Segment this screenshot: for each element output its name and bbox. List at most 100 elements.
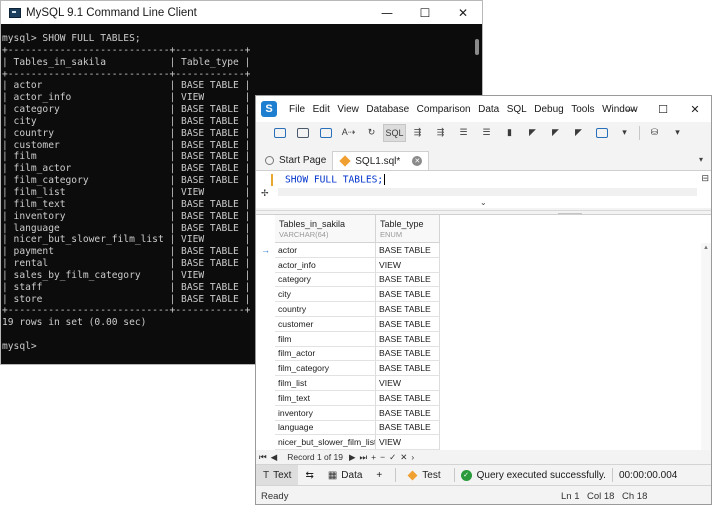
connection-test[interactable]: Test [402, 465, 447, 485]
collapse-editor-icon[interactable]: ⌄ [480, 198, 487, 207]
open-file-icon[interactable] [314, 124, 337, 142]
comment-icon[interactable]: ☰ [452, 124, 475, 142]
sql-code[interactable]: SHOW FULL TABLES; [285, 174, 386, 186]
grid-cell[interactable]: nicer_but_slower_film_list [275, 435, 376, 450]
grid-cell[interactable]: film_text [275, 390, 376, 406]
grid-cell[interactable]: country [275, 302, 376, 317]
table-row[interactable]: country BASE TABLE [256, 302, 440, 317]
grid-cell[interactable]: BASE TABLE [376, 405, 440, 421]
tab-sql1[interactable]: SQL1.sql* ✕ [332, 151, 430, 170]
table-row[interactable]: film_category BASE TABLE [256, 361, 440, 377]
new-query-icon[interactable] [268, 124, 291, 142]
add-result-tab-button[interactable]: + [369, 465, 389, 485]
sql-file-icon[interactable] [291, 124, 314, 142]
results-grid[interactable]: Tables_in_sakila VARCHAR(64) Table_type … [256, 214, 711, 450]
grid-cell[interactable]: film_category [275, 361, 376, 377]
menu-debug[interactable]: Debug [534, 104, 563, 115]
dbforge-maximize-button[interactable]: ☐ [647, 96, 679, 122]
database-icon[interactable]: ⛁ [643, 124, 666, 142]
grid-cell[interactable]: actor [275, 243, 376, 258]
bookmark-list-icon[interactable] [590, 124, 613, 142]
menu-database[interactable]: Database [366, 104, 409, 115]
nav-delete-icon[interactable]: − [380, 452, 385, 462]
grid-cell[interactable]: BASE TABLE [376, 302, 440, 317]
grid-cell[interactable]: BASE TABLE [376, 331, 440, 347]
swap-icon[interactable]: ⇆ [298, 465, 320, 485]
grid-cell[interactable]: inventory [275, 405, 376, 421]
indent-icon[interactable]: ⇶ [406, 124, 429, 142]
menu-edit[interactable]: Edit [313, 104, 330, 115]
table-row[interactable]: category BASE TABLE [256, 272, 440, 288]
editor-hscrollbar[interactable] [278, 188, 697, 196]
console-maximize-button[interactable]: ☐ [406, 1, 444, 24]
database-dropdown-icon[interactable]: ▾ [666, 124, 689, 142]
nav-post-icon[interactable]: ✓ [389, 452, 396, 463]
grid-cell[interactable]: BASE TABLE [376, 316, 440, 332]
tab-text[interactable]: T Text [256, 465, 299, 485]
grid-cell[interactable]: category [275, 272, 376, 288]
format-icon[interactable]: A⇢ [337, 124, 360, 142]
bookmark-icon[interactable]: ▮ [498, 124, 521, 142]
nav-add-icon[interactable]: + [371, 452, 376, 462]
menu-view[interactable]: View [337, 104, 359, 115]
console-minimize-button[interactable]: — [368, 1, 406, 24]
console-scroll-thumb[interactable] [475, 39, 479, 55]
tabs-dropdown-icon[interactable]: ▾ [699, 155, 703, 164]
grid-cell[interactable]: BASE TABLE [376, 361, 440, 377]
table-row[interactable]: city BASE TABLE [256, 287, 440, 303]
grid-cell[interactable]: BASE TABLE [376, 346, 440, 362]
sql-mode-icon[interactable]: SQL [383, 123, 406, 142]
grid-vscrollbar[interactable]: ▲ [701, 243, 711, 450]
refresh-icon[interactable]: ↻ [360, 124, 383, 142]
table-row[interactable]: nicer_but_slower_film_list VIEW [256, 435, 440, 450]
grid-cell[interactable]: BASE TABLE [376, 243, 440, 258]
split-handle-icon[interactable]: ✢ [261, 188, 269, 199]
menu-file[interactable]: File [289, 104, 305, 115]
grid-cell[interactable]: VIEW [376, 376, 440, 391]
dbforge-window[interactable]: S File Edit View Database Comparison Dat… [255, 95, 712, 505]
nav-last-icon[interactable]: ⏭ [360, 452, 368, 463]
grid-cell[interactable]: BASE TABLE [376, 420, 440, 436]
vertical-split-icon[interactable]: ⊟ [701, 173, 709, 184]
grid-cell[interactable]: film [275, 331, 376, 347]
menu-comparison[interactable]: Comparison [417, 104, 471, 115]
console-titlebar[interactable]: MySQL 9.1 Command Line Client — ☐ ✕ [1, 1, 482, 24]
grid-cell[interactable]: actor_info [275, 257, 376, 273]
toolbar-dropdown-icon[interactable]: ▾ [613, 124, 636, 142]
nav-prev-icon[interactable]: ◀ [271, 452, 278, 463]
table-row[interactable]: inventory BASE TABLE [256, 405, 440, 421]
grid-cell[interactable]: BASE TABLE [376, 287, 440, 303]
next-bookmark-icon[interactable]: ◤ [544, 124, 567, 142]
dbforge-minimize-button[interactable]: — [615, 96, 647, 122]
nav-more-icon[interactable]: › [411, 452, 414, 462]
table-row[interactable]: actor_info VIEW [256, 257, 440, 273]
tab-close-icon[interactable]: ✕ [412, 156, 423, 166]
table-row[interactable]: film_text BASE TABLE [256, 390, 440, 406]
prev-bookmark-icon[interactable]: ◤ [521, 124, 544, 142]
console-close-button[interactable]: ✕ [444, 1, 482, 24]
nav-first-icon[interactable]: ⏮ [259, 452, 267, 463]
tab-data[interactable]: ▦ Data [321, 465, 370, 485]
table-row[interactable]: customer BASE TABLE [256, 316, 440, 332]
grid-cell[interactable]: film_actor [275, 346, 376, 362]
table-row[interactable]: film_actor BASE TABLE [256, 346, 440, 362]
grid-cell[interactable]: BASE TABLE [376, 390, 440, 406]
table-row[interactable]: language BASE TABLE [256, 420, 440, 436]
menu-data[interactable]: Data [478, 104, 499, 115]
nav-next-icon[interactable]: ▶ [349, 452, 356, 463]
scroll-up-icon[interactable]: ▲ [703, 245, 709, 251]
grid-cell[interactable]: BASE TABLE [376, 272, 440, 288]
column-header-tables[interactable]: Tables_in_sakila VARCHAR(64) [275, 215, 376, 243]
grid-cell[interactable]: customer [275, 316, 376, 332]
uncomment-icon[interactable]: ☰ [475, 124, 498, 142]
dbforge-close-button[interactable]: ✕ [679, 96, 711, 122]
grid-cell[interactable]: VIEW [376, 257, 440, 273]
table-row[interactable]: film_list VIEW [256, 376, 440, 391]
grid-cell[interactable]: city [275, 287, 376, 303]
sql-editor[interactable]: SHOW FULL TABLES; ✢ ⊟ ⌄ [256, 170, 711, 208]
grid-cell[interactable]: VIEW [376, 435, 440, 450]
clear-bookmarks-icon[interactable]: ◤ [567, 124, 590, 142]
menu-sql[interactable]: SQL [507, 104, 527, 115]
grid-cell[interactable]: film_list [275, 376, 376, 391]
outdent-icon[interactable]: ⇶ [429, 124, 452, 142]
